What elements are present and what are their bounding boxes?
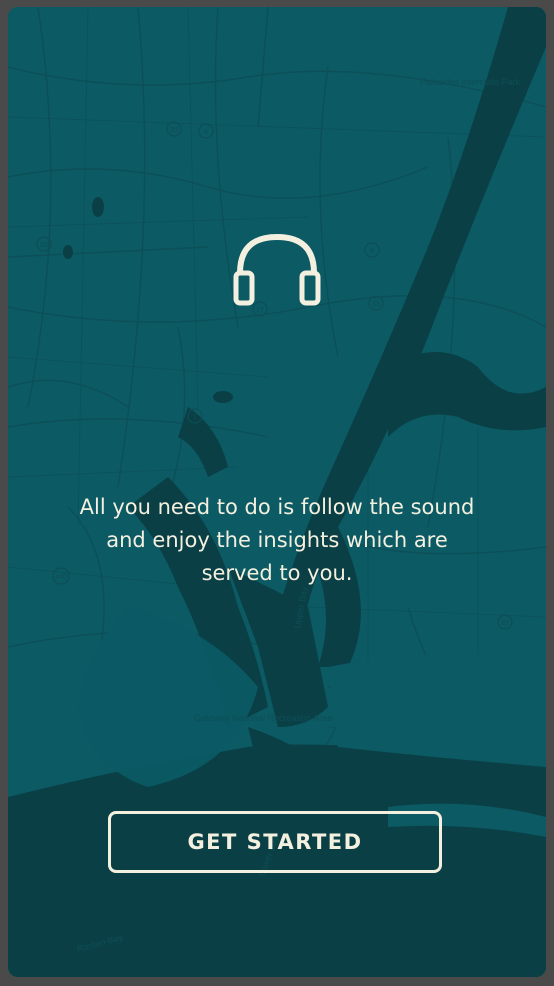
get-started-label: GET STARTED (187, 830, 363, 854)
onboarding-screen: 20 4 23 9 63 1 17 440 27 Palisades Inter… (8, 7, 546, 977)
map-label-gateway: Gateway National Recreation Area (194, 713, 332, 723)
map-label-park: Palisades Interstate Park (420, 77, 521, 87)
route-shield-23: 23 (40, 242, 48, 249)
route-shield-1: 1 (193, 414, 197, 421)
route-shield-63: 63 (372, 301, 380, 308)
route-shield-440: 440 (55, 574, 67, 581)
route-shield-9: 9 (370, 248, 374, 255)
headphones-icon (230, 229, 324, 309)
get-started-button[interactable]: GET STARTED (108, 811, 442, 873)
onboarding-message: All you need to do is follow the sound a… (79, 495, 475, 585)
route-shield-27: 27 (501, 620, 509, 627)
route-shield-20: 20 (170, 127, 178, 134)
route-shield-4: 4 (204, 129, 208, 136)
